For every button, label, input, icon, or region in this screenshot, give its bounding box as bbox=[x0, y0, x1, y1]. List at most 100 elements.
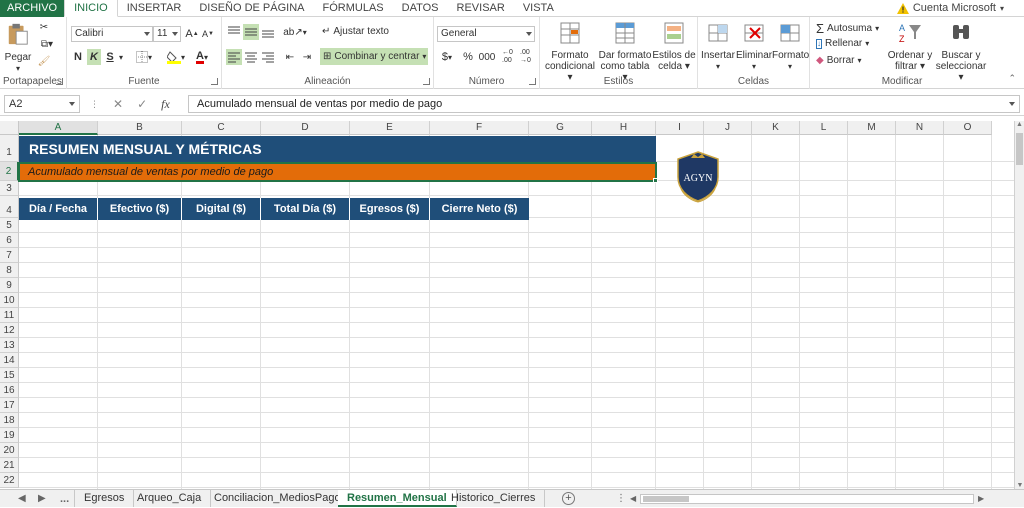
column-header-d[interactable]: D bbox=[261, 121, 350, 135]
orientation-icon[interactable]: ab↗ ▾ bbox=[283, 24, 307, 40]
row-header-3[interactable]: 3 bbox=[0, 181, 19, 196]
tab-review[interactable]: REVISAR bbox=[448, 0, 514, 17]
autosum-button[interactable]: Σ Autosuma ▾ bbox=[816, 21, 879, 36]
next-sheet-icon[interactable]: ▶ bbox=[38, 490, 46, 508]
fill-handle[interactable] bbox=[653, 178, 658, 183]
fill-color-icon[interactable]: ▾ bbox=[165, 49, 187, 65]
row-header-22[interactable]: 22 bbox=[0, 473, 19, 488]
column-header-j[interactable]: J bbox=[704, 121, 752, 135]
thousands-button[interactable]: 000 bbox=[478, 49, 496, 65]
copy-icon[interactable]: ⧉▾ bbox=[37, 37, 57, 51]
row-header-6[interactable]: 6 bbox=[0, 233, 19, 248]
font-launcher-icon[interactable] bbox=[211, 78, 218, 85]
sheet-tab-conciliacion[interactable]: Conciliacion_MediosPago bbox=[205, 490, 351, 507]
increase-indent-icon[interactable]: ⇥ bbox=[299, 49, 315, 65]
tab-page-layout[interactable]: DISEÑO DE PÁGINA bbox=[190, 0, 313, 17]
column-header-i[interactable]: I bbox=[656, 121, 704, 135]
formula-input[interactable]: Acumulado mensual de ventas por medio de… bbox=[188, 95, 1020, 113]
prev-sheet-icon[interactable]: ◀ bbox=[18, 490, 26, 508]
row-header-14[interactable]: 14 bbox=[0, 353, 19, 368]
row-header-18[interactable]: 18 bbox=[0, 413, 19, 428]
column-header-g[interactable]: G bbox=[529, 121, 592, 135]
collapse-ribbon-icon[interactable]: ⌃ bbox=[1008, 73, 1016, 84]
cell-styles-button[interactable]: Estilos de celda ▾ bbox=[652, 21, 696, 72]
scroll-up-icon[interactable]: ▲ bbox=[1015, 121, 1024, 128]
row-header-17[interactable]: 17 bbox=[0, 398, 19, 413]
format-as-table-button[interactable]: Dar formato como tabla ▾ bbox=[598, 21, 652, 83]
find-select-button[interactable]: Buscar y seleccionar ▾ bbox=[934, 21, 988, 83]
fill-button[interactable]: ↓ Rellenar ▾ bbox=[816, 38, 869, 49]
tab-view[interactable]: VISTA bbox=[514, 0, 563, 17]
column-header-m[interactable]: M bbox=[848, 121, 896, 135]
sheet-tab-historico-cierres[interactable]: Historico_Cierres bbox=[442, 490, 546, 507]
cut-icon[interactable]: ✂ bbox=[37, 20, 51, 34]
wrap-text-button[interactable]: ↵ Ajustar texto bbox=[322, 26, 389, 37]
account-button[interactable]: Cuenta Microsoft ▾ bbox=[896, 0, 1004, 17]
number-launcher-icon[interactable] bbox=[529, 78, 536, 85]
insert-cells-button[interactable]: Insertar ▾ bbox=[700, 21, 736, 72]
enter-icon[interactable]: ✓ bbox=[137, 97, 147, 111]
sheet-title[interactable]: RESUMEN MENSUAL Y MÉTRICAS bbox=[19, 136, 656, 162]
row-header-19[interactable]: 19 bbox=[0, 428, 19, 443]
column-header-b[interactable]: B bbox=[98, 121, 182, 135]
horizontal-scrollbar[interactable] bbox=[640, 494, 974, 504]
format-cells-button[interactable]: Formato ▾ bbox=[772, 21, 809, 72]
cancel-icon[interactable]: ✕ bbox=[113, 97, 123, 111]
increase-font-icon[interactable]: A ▲ bbox=[185, 26, 199, 42]
row-header-11[interactable]: 11 bbox=[0, 308, 19, 323]
increase-decimal-button[interactable]: ←0 .00 bbox=[502, 47, 518, 67]
font-color-icon[interactable]: A ▾ bbox=[191, 49, 213, 65]
sheet-tab-resumen-mensual[interactable]: Resumen_Mensual bbox=[338, 490, 457, 507]
number-format-combo[interactable]: General bbox=[437, 26, 535, 42]
delete-cells-button[interactable]: Eliminar ▾ bbox=[736, 21, 772, 72]
header-day-total[interactable]: Total Día ($) bbox=[261, 198, 350, 220]
column-header-c[interactable]: C bbox=[182, 121, 261, 135]
vertical-scrollbar[interactable]: ▲ ▼ bbox=[1014, 121, 1024, 489]
align-top-icon[interactable] bbox=[226, 24, 242, 40]
column-header-f[interactable]: F bbox=[430, 121, 529, 135]
header-cash[interactable]: Efectivo ($) bbox=[98, 198, 182, 220]
header-digital[interactable]: Digital ($) bbox=[182, 198, 261, 220]
row-header-5[interactable]: 5 bbox=[0, 218, 19, 233]
vertical-scroll-thumb[interactable] bbox=[1016, 133, 1023, 165]
align-right-icon[interactable] bbox=[260, 49, 276, 65]
column-header-k[interactable]: K bbox=[752, 121, 800, 135]
font-name-combo[interactable]: Calibri bbox=[71, 26, 153, 42]
italic-button[interactable]: K bbox=[87, 49, 101, 65]
scroll-left-icon[interactable]: ◀ bbox=[630, 490, 636, 508]
sheet-subtitle-selected-cell[interactable]: Acumulado mensual de ventas por medio de… bbox=[18, 162, 657, 182]
header-expenses[interactable]: Egresos ($) bbox=[350, 198, 430, 220]
bold-button[interactable]: N bbox=[71, 49, 85, 65]
scroll-right-icon[interactable]: ▶ bbox=[978, 490, 984, 508]
sheet-tab-egresos[interactable]: Egresos bbox=[74, 490, 135, 507]
row-header-21[interactable]: 21 bbox=[0, 458, 19, 473]
align-middle-icon[interactable] bbox=[243, 24, 259, 40]
header-net-close[interactable]: Cierre Neto ($) bbox=[430, 198, 529, 220]
row-header-12[interactable]: 12 bbox=[0, 323, 19, 338]
column-header-h[interactable]: H bbox=[592, 121, 656, 135]
paste-button[interactable]: Pegar ▾ bbox=[4, 21, 32, 74]
column-header-n[interactable]: N bbox=[896, 121, 944, 135]
underline-button[interactable]: S bbox=[103, 49, 117, 65]
conditional-format-button[interactable]: Formato condicional ▾ bbox=[542, 21, 598, 83]
add-sheet-icon[interactable]: + bbox=[562, 492, 575, 505]
name-box[interactable]: A2 bbox=[4, 95, 80, 113]
align-center-icon[interactable] bbox=[243, 49, 259, 65]
sheet-tab-arqueo-caja[interactable]: Arqueo_Caja bbox=[128, 490, 212, 507]
currency-button[interactable]: $ ▾ bbox=[438, 49, 456, 65]
align-bottom-icon[interactable] bbox=[260, 24, 276, 40]
row-header-8[interactable]: 8 bbox=[0, 263, 19, 278]
alignment-launcher-icon[interactable] bbox=[423, 78, 430, 85]
tab-data[interactable]: DATOS bbox=[393, 0, 448, 17]
align-left-icon[interactable] bbox=[226, 49, 242, 65]
tab-home[interactable]: INICIO bbox=[64, 0, 118, 17]
header-date[interactable]: Día / Fecha bbox=[19, 198, 98, 220]
select-all-corner[interactable] bbox=[0, 121, 19, 135]
column-header-e[interactable]: E bbox=[350, 121, 430, 135]
more-sheets-button[interactable]: ... bbox=[60, 490, 69, 508]
percent-button[interactable]: % bbox=[462, 49, 474, 65]
insert-function-icon[interactable]: fx bbox=[161, 97, 170, 112]
row-header-4[interactable]: 4 bbox=[0, 196, 19, 218]
row-header-7[interactable]: 7 bbox=[0, 248, 19, 263]
tab-splitter-icon[interactable]: ⋮ bbox=[616, 490, 626, 508]
